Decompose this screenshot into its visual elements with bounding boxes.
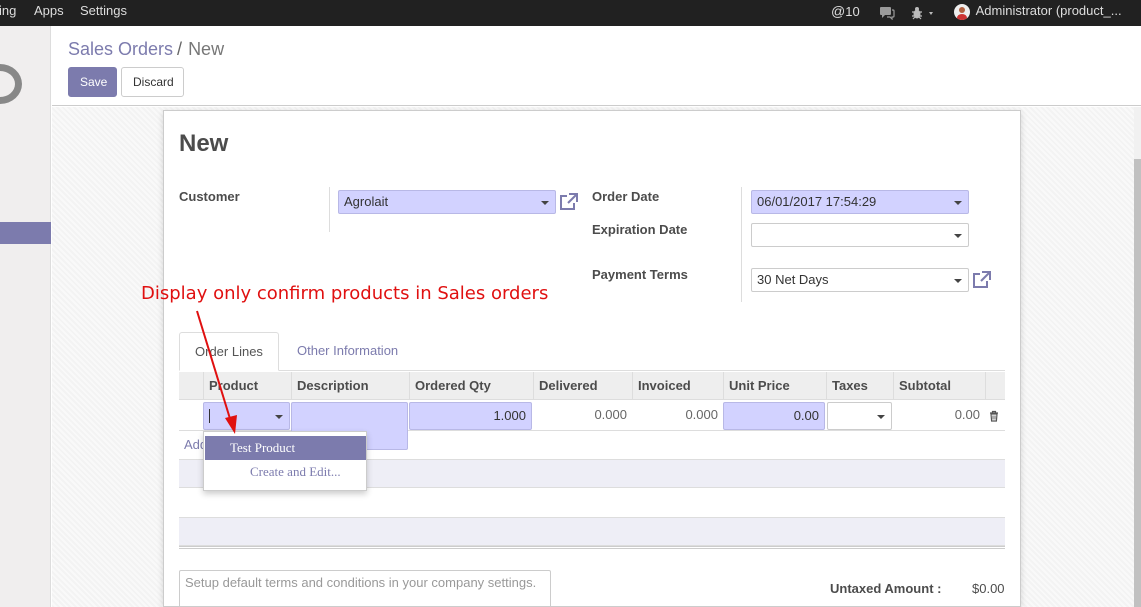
payment-terms-field[interactable]: 30 Net Days — [751, 268, 969, 292]
chat-icon[interactable] — [879, 4, 895, 20]
chevron-down-icon[interactable] — [954, 201, 962, 205]
payment-terms-label: Payment Terms — [592, 267, 688, 282]
column-description[interactable]: Description — [291, 372, 409, 400]
breadcrumb-sales-orders[interactable]: Sales Orders — [68, 39, 173, 59]
scrollbar-thumb[interactable] — [1134, 159, 1141, 607]
menu-item-settings[interactable]: Settings — [80, 3, 127, 18]
mentions-count: 10 — [845, 4, 860, 19]
chevron-down-icon[interactable] — [541, 201, 549, 205]
subtotal-value: 0.00 — [954, 407, 980, 422]
breadcrumb-separator: / — [177, 39, 183, 59]
save-button[interactable]: Save — [68, 67, 117, 97]
terms-and-conditions-textarea[interactable]: Setup default terms and conditions in yo… — [179, 570, 551, 607]
external-link-icon[interactable] — [971, 271, 991, 289]
annotation-text: Display only confirm products in Sales o… — [141, 283, 549, 304]
customer-field[interactable]: Agrolait — [338, 190, 556, 214]
ordered-qty-input[interactable]: 1.000 — [409, 402, 532, 430]
table-footer-divider — [179, 546, 1005, 549]
expiration-date-label: Expiration Date — [592, 222, 688, 237]
at-icon: @ — [831, 3, 846, 19]
product-autocomplete-dropdown: Test Product Create and Edit... — [203, 431, 367, 491]
table-row: 1.000 0.000 0.000 0.00 0.00 — [179, 401, 1005, 450]
user-name: Administrator (product_... — [975, 3, 1122, 18]
field-divider — [329, 187, 330, 232]
customer-label: Customer — [179, 189, 240, 204]
chevron-down-icon[interactable] — [275, 415, 283, 419]
menu-item-partial[interactable]: ing — [0, 3, 16, 18]
column-invoiced[interactable]: Invoiced — [632, 372, 723, 400]
column-product[interactable]: Product — [203, 372, 291, 400]
page-title: New — [179, 130, 229, 157]
product-input[interactable] — [203, 402, 290, 430]
invoiced-value: 0.000 — [685, 407, 718, 422]
trash-icon[interactable] — [989, 410, 999, 422]
company-logo — [0, 64, 22, 104]
order-date-label: Order Date — [592, 189, 660, 204]
column-ordered-qty[interactable]: Ordered Qty — [409, 372, 533, 400]
sidebar-item-active[interactable] — [0, 222, 51, 244]
tab-order-lines[interactable]: Order Lines — [179, 332, 279, 371]
unit-price-input[interactable]: 0.00 — [723, 402, 825, 430]
untaxed-amount-value: $0.00 — [972, 581, 1005, 596]
table-empty-row — [179, 517, 1005, 546]
expiration-date-field[interactable] — [751, 223, 969, 247]
mentions-button[interactable]: @10 — [831, 3, 860, 19]
column-taxes[interactable]: Taxes — [826, 372, 893, 400]
avatar — [954, 3, 970, 20]
app-sidebar — [0, 26, 51, 607]
dropdown-option-test-product[interactable]: Test Product — [205, 436, 366, 460]
menu-item-apps[interactable]: Apps — [34, 3, 64, 18]
external-link-icon[interactable] — [558, 193, 578, 211]
dropdown-option-create-and-edit[interactable]: Create and Edit... — [205, 460, 366, 484]
order-date-value: 06/01/2017 17:54:29 — [757, 194, 877, 209]
user-menu[interactable]: Administrator (product_... — [954, 3, 1122, 20]
chevron-down-icon[interactable] — [954, 234, 962, 238]
delivered-value: 0.000 — [594, 407, 627, 422]
text-cursor — [209, 409, 210, 423]
debug-bug-icon[interactable] — [911, 4, 937, 20]
taxes-input[interactable] — [827, 402, 892, 430]
order-lines-table-header: Product Description Ordered Qty Delivere… — [179, 372, 1005, 400]
column-delivered[interactable]: Delivered — [533, 372, 632, 400]
discard-button[interactable]: Discard — [121, 67, 184, 97]
untaxed-amount-label: Untaxed Amount : — [830, 581, 942, 596]
top-navbar: ing Apps Settings @10 Administrator (pro… — [0, 0, 1141, 26]
field-divider — [741, 187, 742, 302]
customer-value: Agrolait — [344, 194, 389, 209]
tab-other-information[interactable]: Other Information — [282, 332, 413, 371]
column-delete — [985, 372, 1005, 400]
column-unit-price[interactable]: Unit Price — [723, 372, 826, 400]
vertical-scrollbar[interactable] — [1134, 107, 1141, 607]
chevron-down-icon[interactable] — [877, 415, 885, 419]
payment-terms-value: 30 Net Days — [757, 272, 829, 287]
column-subtotal[interactable]: Subtotal — [893, 372, 985, 400]
breadcrumb-current: New — [188, 39, 225, 59]
breadcrumb: Sales Orders / New — [68, 39, 224, 60]
control-panel: Sales Orders / New Save Discard — [52, 26, 1141, 106]
chevron-down-icon[interactable] — [954, 279, 962, 283]
order-date-field[interactable]: 06/01/2017 17:54:29 — [751, 190, 969, 214]
